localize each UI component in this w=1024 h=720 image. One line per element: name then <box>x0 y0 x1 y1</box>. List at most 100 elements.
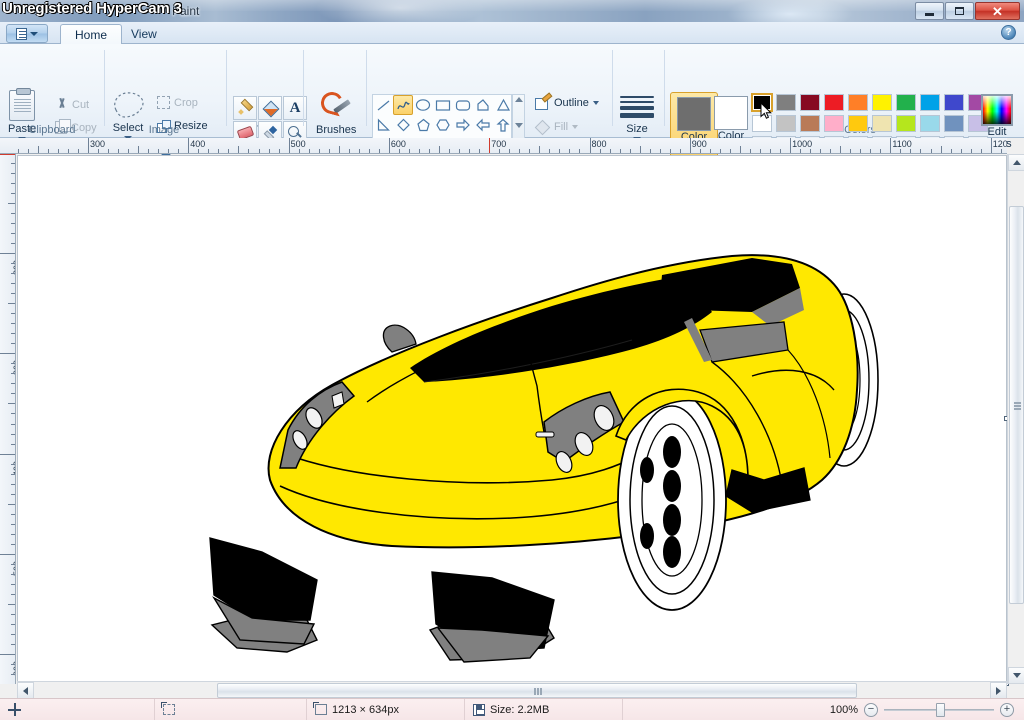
ruler-tick-minor <box>539 146 540 153</box>
ruler-tick-minor <box>108 149 109 153</box>
ruler-tick-minor <box>700 149 701 153</box>
status-file-size: Size: 2.2MB <box>465 699 623 720</box>
palette-swatch-r2-c4[interactable] <box>824 115 844 132</box>
palette-swatch-r2-c2[interactable] <box>776 115 796 132</box>
ruler-tick-minor <box>11 223 15 224</box>
ruler-label-h: 400 <box>190 139 205 149</box>
palette-swatch-r1-c9[interactable] <box>944 94 964 111</box>
scroll-left-button[interactable] <box>17 682 34 699</box>
palette-swatch-r1-c4[interactable] <box>824 94 844 111</box>
palette-swatch-r2-c8[interactable] <box>920 115 940 132</box>
fill-label: Fill <box>554 121 568 133</box>
maximize-button[interactable] <box>945 2 974 20</box>
ruler-tick-minor <box>11 243 15 244</box>
shape-hexagon[interactable] <box>433 115 453 135</box>
scroll-down-button[interactable] <box>1008 667 1024 684</box>
file-menu-button[interactable] <box>6 24 48 43</box>
palette-swatch-r2-c9[interactable] <box>944 115 964 132</box>
shape-rounded-rectangle[interactable] <box>453 95 473 115</box>
palette-swatch-r2-c5[interactable] <box>848 115 868 132</box>
minimize-button[interactable] <box>915 2 944 20</box>
cursor-position-icon <box>8 703 21 716</box>
selection-size-icon <box>163 704 175 715</box>
shape-oval[interactable] <box>413 95 433 115</box>
ruler-tick-minor <box>11 373 15 374</box>
canvas[interactable] <box>17 155 1007 684</box>
shape-line[interactable] <box>373 95 393 115</box>
ruler-tick-minor <box>670 149 671 153</box>
horizontal-scroll-thumb[interactable] <box>217 683 857 698</box>
ruler-tick-minor <box>11 564 15 565</box>
shape-pentagon[interactable] <box>413 115 433 135</box>
ruler-tick-major <box>690 138 691 154</box>
ruler-tick-minor <box>720 149 721 153</box>
ruler-tick-minor <box>11 624 15 625</box>
ruler-tick-minor <box>11 183 15 184</box>
fill-icon <box>535 120 550 134</box>
shape-right-triangle[interactable] <box>373 115 393 135</box>
shape-left-arrow[interactable] <box>473 115 493 135</box>
ruler-tick-minor <box>158 149 159 153</box>
cut-button[interactable]: Cut <box>55 98 89 111</box>
shape-right-arrow[interactable] <box>453 115 473 135</box>
close-button[interactable]: ✕ <box>975 2 1020 20</box>
fill-button[interactable]: Fill <box>535 120 578 134</box>
scroll-up-icon[interactable] <box>515 97 523 102</box>
tool-pencil[interactable] <box>233 96 257 120</box>
palette-swatch-r1-c3[interactable] <box>800 94 820 111</box>
palette-swatch-r1-c7[interactable] <box>896 94 916 111</box>
color-2-swatch <box>714 96 748 130</box>
ruler-tick-minor <box>479 149 480 153</box>
shape-triangle[interactable] <box>493 95 513 115</box>
palette-swatch-r2-c6[interactable] <box>872 115 892 132</box>
ruler-tick-minor <box>860 149 861 153</box>
palette-swatch-r1-c2[interactable] <box>776 94 796 111</box>
outline-button[interactable]: Outline <box>535 96 599 110</box>
shape-polygon[interactable] <box>473 95 493 115</box>
ruler-position-marker <box>0 154 16 155</box>
crop-button[interactable]: Crop <box>157 96 198 109</box>
zoom-slider[interactable] <box>884 703 994 717</box>
tab-view[interactable]: View <box>117 24 171 44</box>
ruler-tick-minor <box>178 149 179 153</box>
ruler-tick-minor <box>600 149 601 153</box>
ruler-tick-minor <box>620 149 621 153</box>
help-icon[interactable]: ? <box>1001 25 1016 40</box>
ruler-tick-minor <box>11 424 15 425</box>
vertical-scrollbar[interactable] <box>1007 154 1024 684</box>
ruler-tick-minor <box>8 504 15 505</box>
ruler-tick-minor <box>128 149 129 153</box>
status-spacer <box>623 699 830 720</box>
minimize-icon <box>925 13 934 16</box>
shape-rectangle[interactable] <box>433 95 453 115</box>
palette-swatch-r1-c6[interactable] <box>872 94 892 111</box>
palette-swatch-r2-c3[interactable] <box>800 115 820 132</box>
scroll-up-button[interactable] <box>1008 154 1024 171</box>
zoom-in-button[interactable]: + <box>1000 703 1014 717</box>
shape-curve[interactable] <box>393 95 413 115</box>
size-button[interactable]: Size <box>620 96 654 141</box>
palette-swatch-r1-c5[interactable] <box>848 94 868 111</box>
palette-swatch-r1-c8[interactable] <box>920 94 940 111</box>
ruler-tick-minor <box>499 149 500 153</box>
zoom-out-button[interactable]: − <box>864 703 878 717</box>
zoom-slider-thumb[interactable] <box>936 703 945 717</box>
horizontal-scrollbar[interactable] <box>17 681 1007 698</box>
brushes-button[interactable]: Brushes <box>316 90 356 142</box>
ruler-tick-minor <box>8 403 15 404</box>
scroll-down-icon[interactable] <box>515 123 523 128</box>
vertical-scroll-thumb[interactable] <box>1009 206 1024 604</box>
scroll-right-button[interactable] <box>990 682 1007 699</box>
tool-fill[interactable] <box>258 96 282 120</box>
ruler-label-h: 1000 <box>792 139 812 149</box>
ruler-tick-minor <box>419 149 420 153</box>
palette-swatch-r2-c7[interactable] <box>896 115 916 132</box>
ruler-tick-minor <box>770 149 771 153</box>
tab-home[interactable]: Home <box>60 24 122 45</box>
ruler-tick-major <box>389 138 390 154</box>
brushes-label: Brushes <box>316 124 356 136</box>
ruler-tick-minor <box>218 149 219 153</box>
shape-diamond[interactable] <box>393 115 413 135</box>
ruler-tick-minor <box>11 283 15 284</box>
shape-up-arrow[interactable] <box>493 115 513 135</box>
